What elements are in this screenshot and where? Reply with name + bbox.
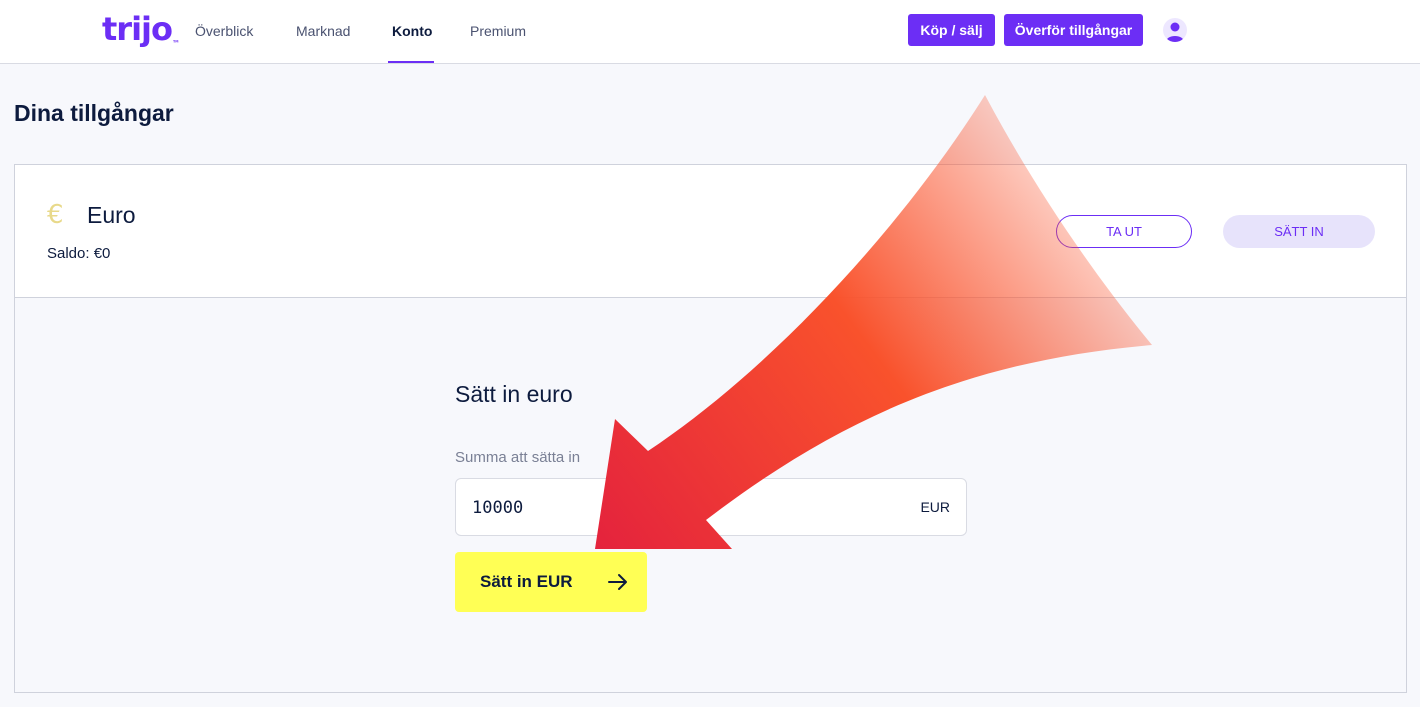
- deposit-eur-button[interactable]: Sätt in EUR: [455, 552, 647, 612]
- asset-balance: Saldo: €0: [47, 245, 111, 262]
- amount-input[interactable]: [472, 495, 892, 521]
- currency-unit: EUR: [920, 499, 950, 515]
- user-icon[interactable]: [1163, 18, 1187, 42]
- nav-item-marknad[interactable]: Marknad: [296, 23, 350, 39]
- nav-item-premium[interactable]: Premium: [470, 23, 526, 39]
- deposit-button[interactable]: SÄTT IN: [1223, 215, 1375, 248]
- active-tab-indicator: [388, 61, 434, 63]
- trijo-logo[interactable]: trijo™: [102, 10, 180, 48]
- asset-card-header: € Euro Saldo: €0 TA UT SÄTT IN: [15, 165, 1406, 298]
- euro-icon: €: [47, 200, 64, 230]
- asset-name: Euro: [87, 202, 136, 228]
- nav-item-konto[interactable]: Konto: [392, 23, 432, 39]
- amount-label: Summa att sätta in: [455, 449, 581, 466]
- arrow-right-icon: [608, 574, 627, 590]
- deposit-eur-label: Sätt in EUR: [480, 572, 573, 591]
- top-navigation-bar: trijo™ Överblick Marknad Konto Premium K…: [0, 0, 1420, 64]
- nav-item-overblick[interactable]: Överblick: [195, 23, 253, 39]
- amount-field: EUR: [455, 478, 967, 536]
- withdraw-button[interactable]: TA UT: [1056, 215, 1192, 248]
- page-title: Dina tillgångar: [14, 100, 174, 126]
- asset-card: € Euro Saldo: €0 TA UT SÄTT IN: [14, 164, 1407, 693]
- transfer-assets-button[interactable]: Överför tillgångar: [1004, 14, 1143, 46]
- buy-sell-button[interactable]: Köp / sälj: [908, 14, 995, 46]
- deposit-title: Sätt in euro: [455, 381, 573, 407]
